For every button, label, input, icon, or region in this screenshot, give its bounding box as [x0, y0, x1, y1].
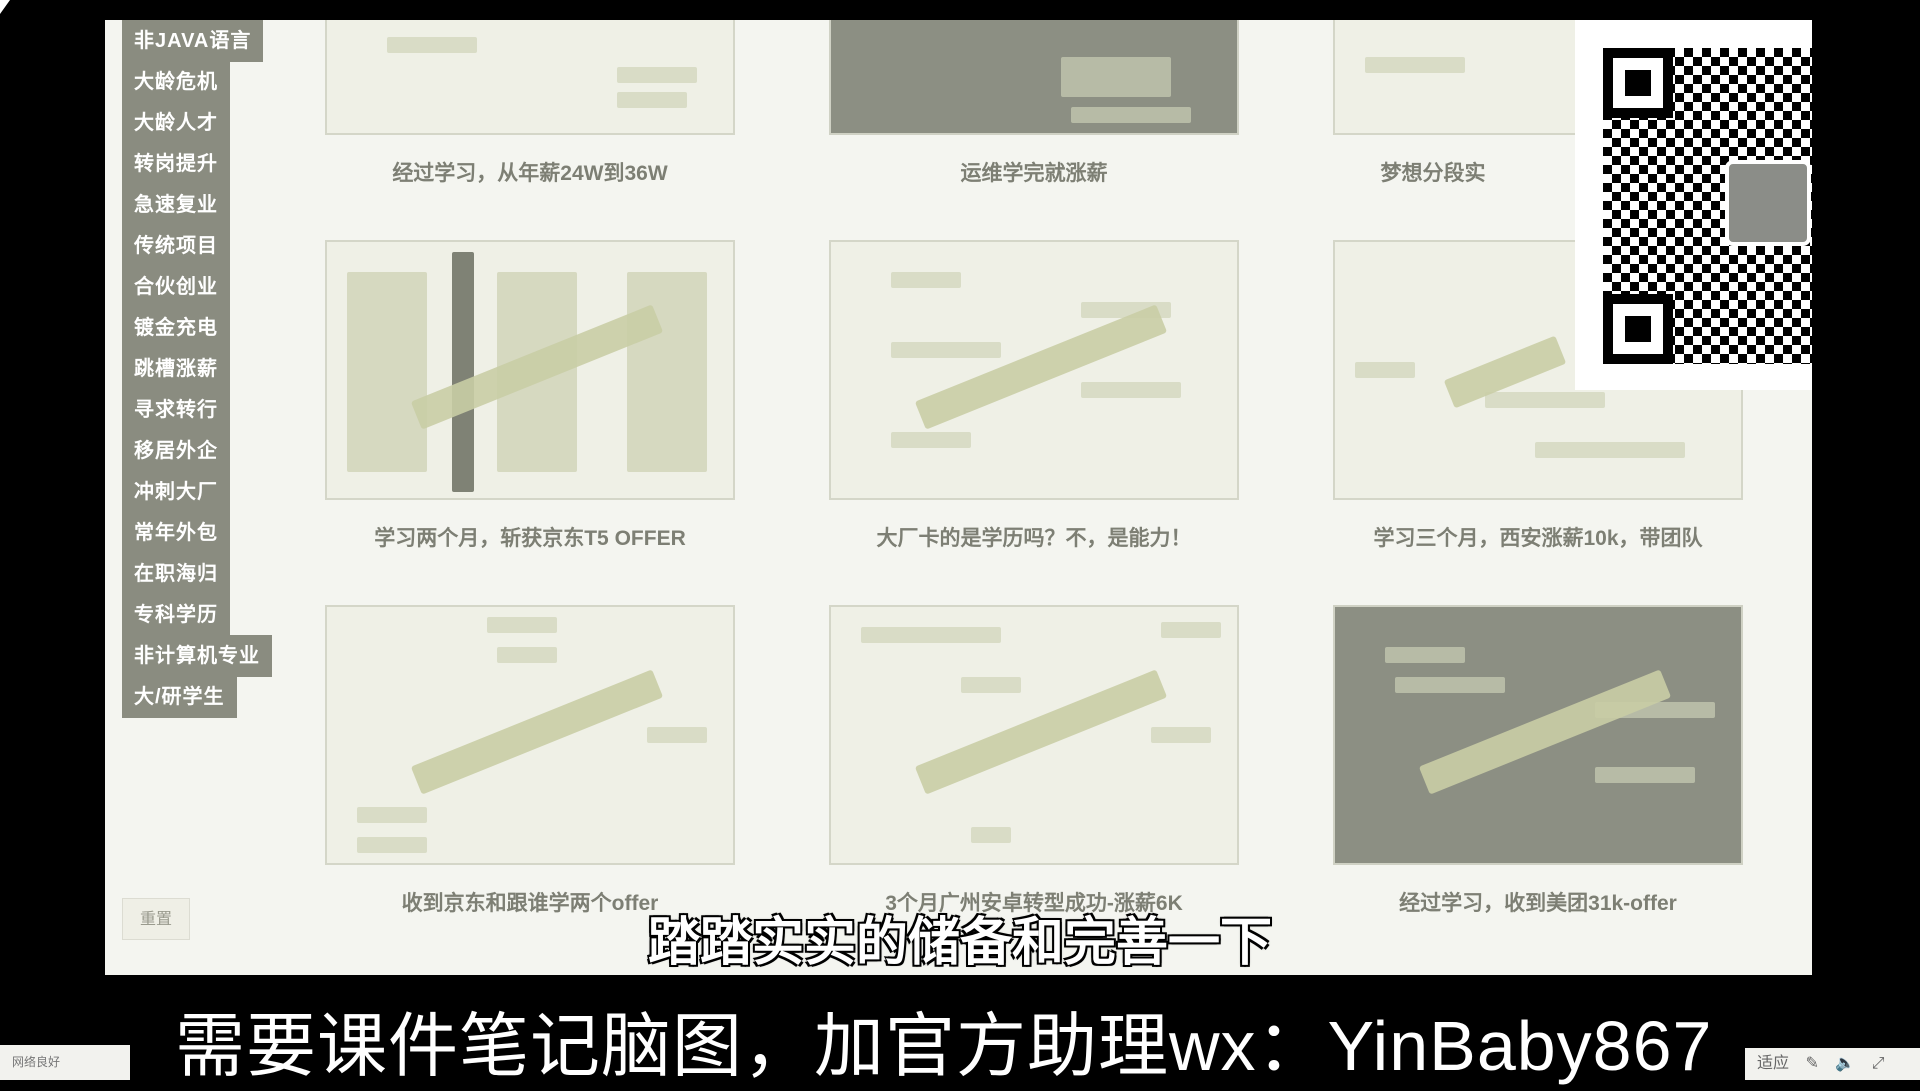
qr-code-panel	[1575, 20, 1812, 390]
filter-tag[interactable]: 传统项目	[122, 225, 230, 267]
filter-tag[interactable]: 镀金充电	[122, 307, 230, 349]
avatar	[1725, 160, 1811, 246]
filter-tag[interactable]: 非计算机专业	[122, 635, 272, 677]
volume-icon[interactable]: 🔈	[1835, 1048, 1855, 1080]
filter-tag[interactable]: 寻求转行	[122, 389, 230, 431]
filter-tag[interactable]: 专科学历	[122, 594, 230, 636]
case-caption: 经过学习，从年薪24W到36W	[392, 162, 668, 185]
network-status: 网络良好	[0, 1045, 130, 1080]
filter-tag[interactable]: 大龄危机	[122, 61, 230, 103]
case-caption: 大厂卡的是学历吗？不，是能力！	[876, 527, 1192, 550]
brush-icon[interactable]: ✎	[1805, 1048, 1818, 1080]
filter-tag[interactable]: 移居外企	[122, 430, 230, 472]
case-caption: 学习两个月，斩获京东T5 OFFER	[374, 527, 686, 550]
filter-tag[interactable]: 跳槽涨薪	[122, 348, 230, 390]
fullscreen-icon[interactable]: ⤢	[1872, 1048, 1885, 1080]
filter-tag[interactable]: 转岗提升	[122, 143, 230, 185]
ad-text: 需要课件笔记脑图，加官方助理wx：YinBaby867	[175, 1007, 1713, 1085]
case-thumbnail	[1333, 605, 1743, 865]
video-subtitle: 踏踏实实的储备和完善一下	[647, 914, 1272, 972]
mouse-cursor	[0, 0, 10, 14]
case-thumbnail	[325, 605, 735, 865]
filter-tag[interactable]: 大/研学生	[122, 676, 237, 718]
case-caption: 学习三个月，西安涨薪10k，带团队	[1373, 527, 1703, 550]
filter-tag[interactable]: 在职海归	[122, 553, 230, 595]
case-thumbnail	[829, 605, 1239, 865]
content-page: 非JAVA语言 大龄危机 大龄人才 转岗提升 急速复业 传统项目 合伙创业 镀金…	[105, 20, 1812, 975]
player-controls: 适应 ✎ 🔈 ⤢	[1745, 1048, 1920, 1080]
case-thumbnail	[829, 240, 1239, 500]
filter-tag[interactable]: 常年外包	[122, 512, 230, 554]
case-thumbnail	[325, 20, 735, 135]
case-caption: 运维学完就涨薪	[960, 162, 1108, 185]
qr-finder-pattern	[1603, 294, 1673, 364]
filter-tag[interactable]: 大龄人才	[122, 102, 230, 144]
filter-tag[interactable]: 合伙创业	[122, 266, 230, 308]
case-caption: 梦想分段实	[1380, 162, 1486, 185]
qr-finder-pattern	[1603, 48, 1673, 118]
filter-tag[interactable]: 非JAVA语言	[122, 20, 264, 62]
filter-tag[interactable]: 冲刺大厂	[122, 471, 230, 513]
filter-tag[interactable]: 急速复业	[122, 184, 230, 226]
case-thumbnail	[829, 20, 1239, 135]
fit-label[interactable]: 适应	[1757, 1048, 1789, 1080]
case-thumbnail	[325, 240, 735, 500]
